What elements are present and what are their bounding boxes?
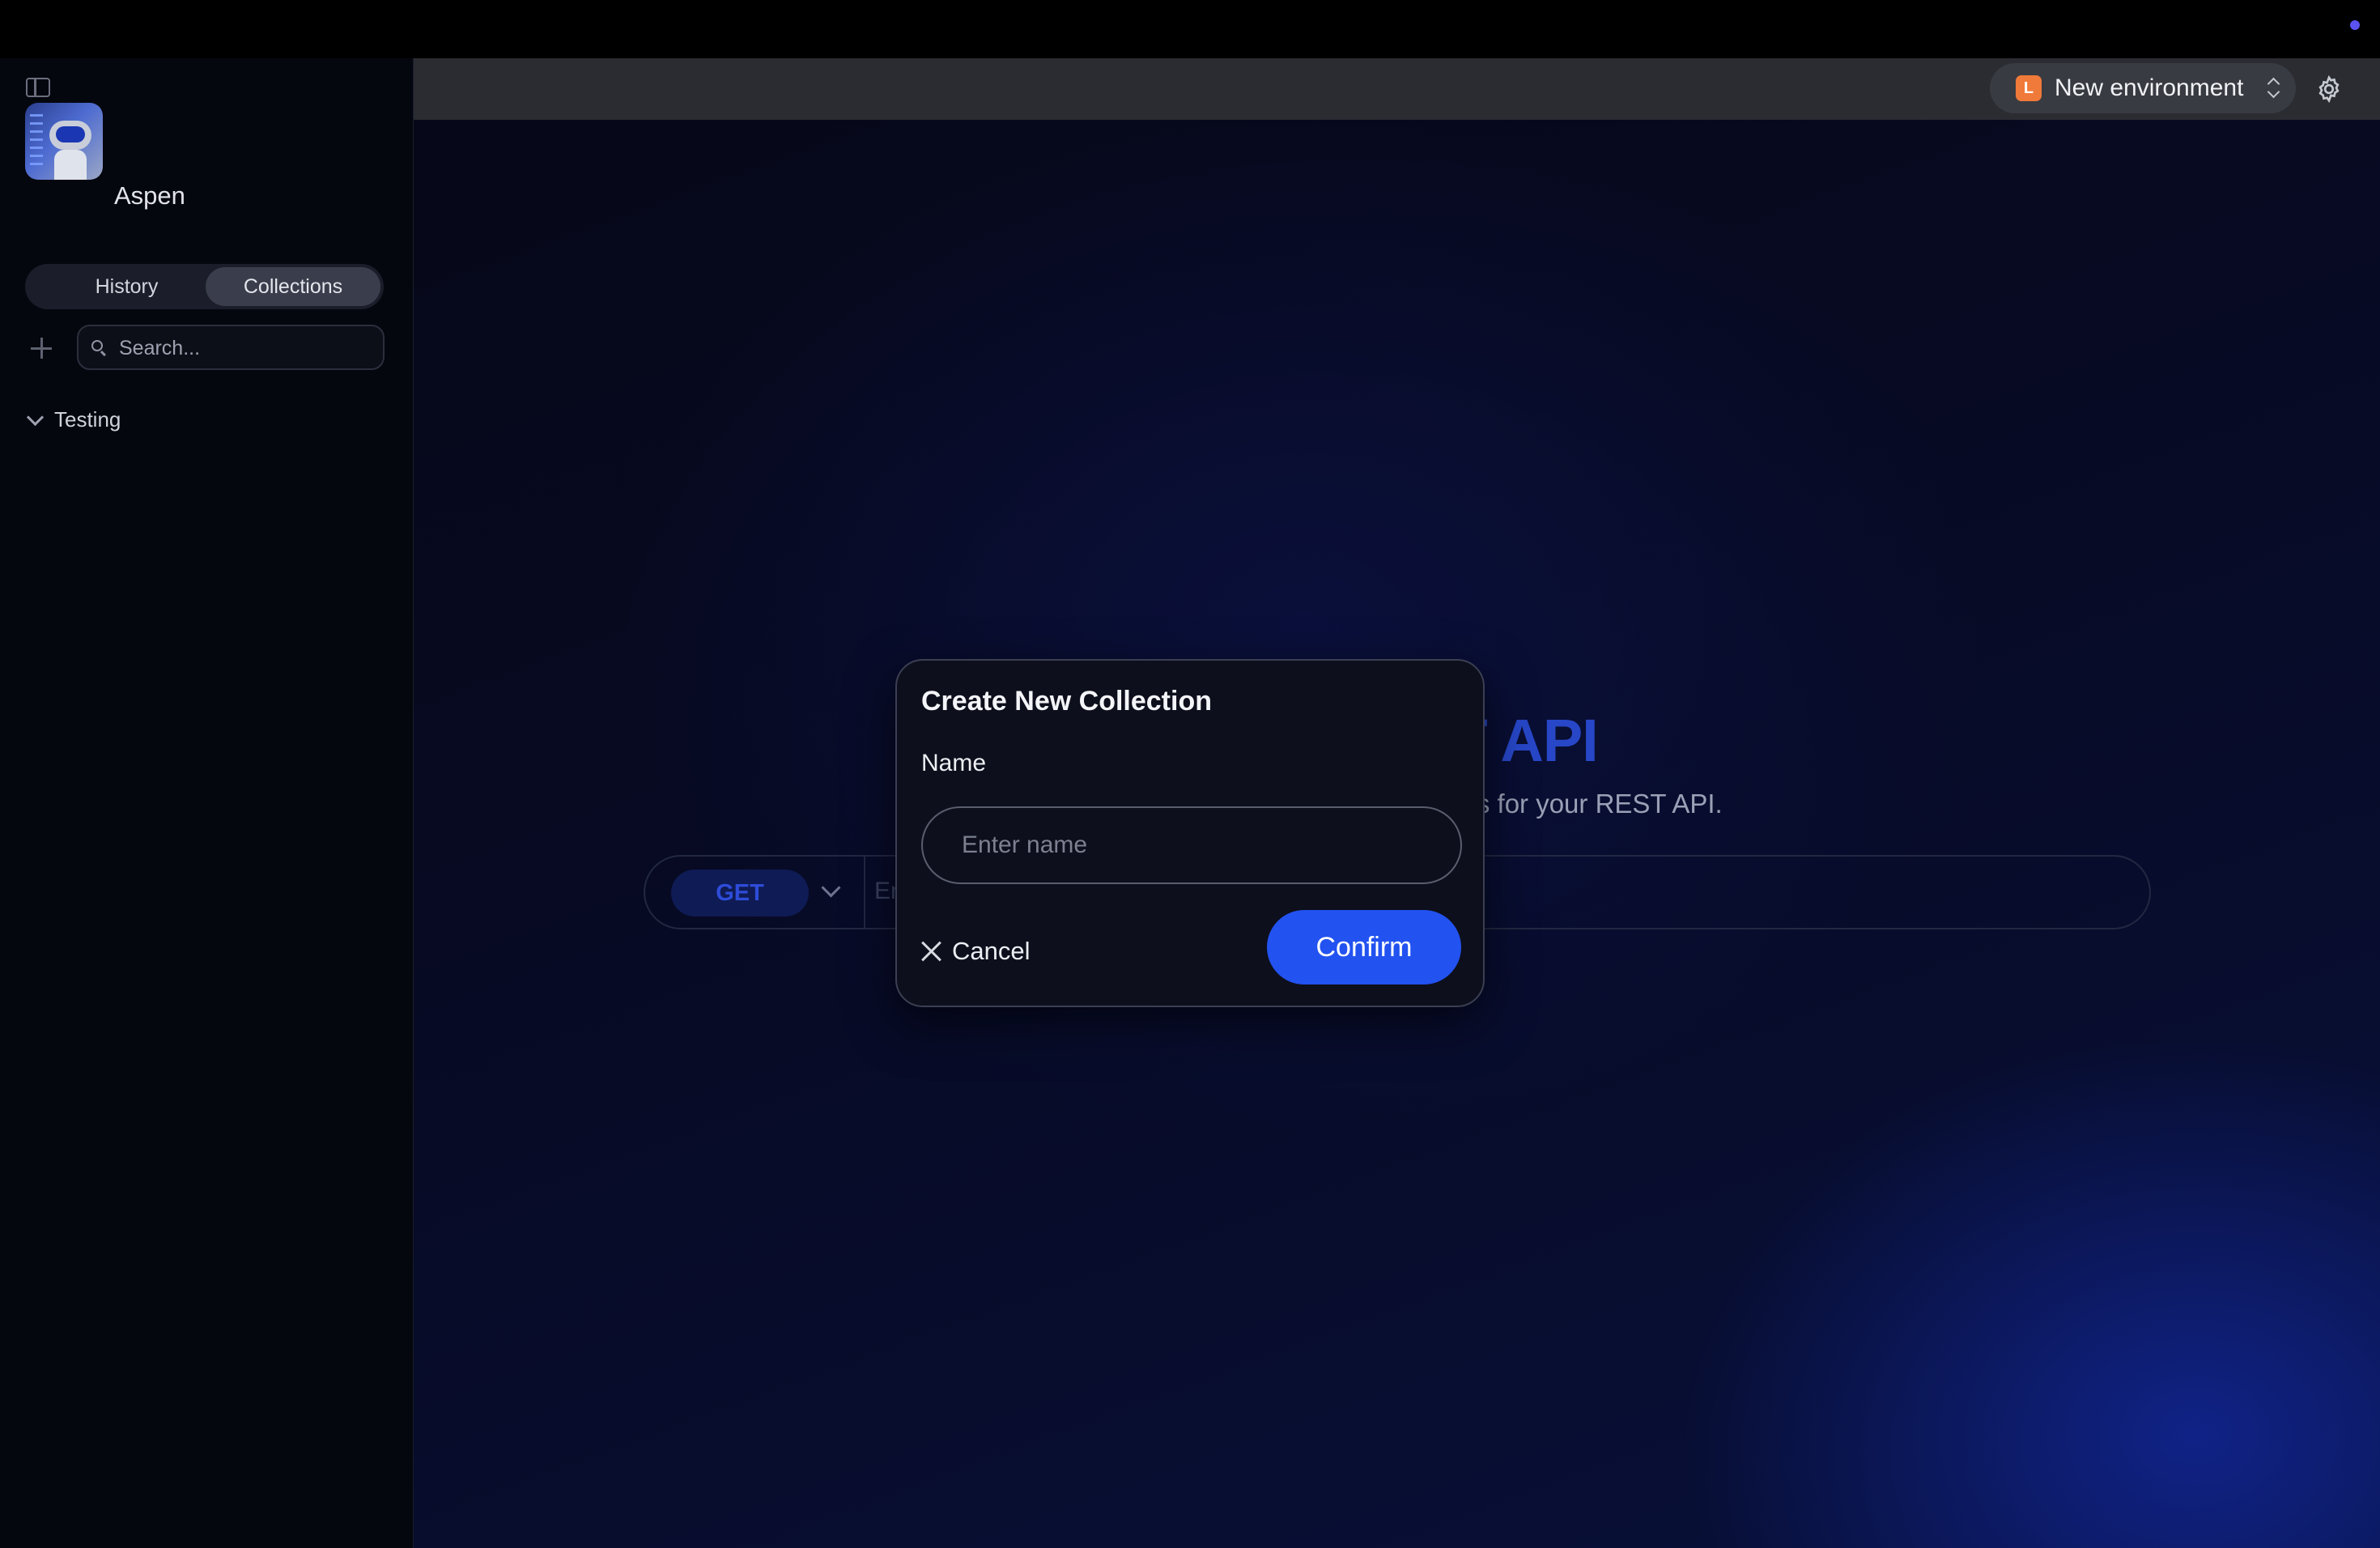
- main-header: L New environment: [414, 58, 2380, 120]
- gear-icon[interactable]: [2314, 74, 2344, 104]
- status-dot: [2350, 20, 2360, 30]
- environment-selector[interactable]: L New environment: [1990, 63, 2296, 113]
- tab-collections[interactable]: Collections: [206, 267, 380, 306]
- app-logo: [25, 103, 103, 180]
- sidebar-toggle-icon[interactable]: [26, 78, 50, 97]
- collection-label: Testing: [54, 406, 121, 432]
- environment-badge: L: [2016, 75, 2042, 101]
- collection-item-testing[interactable]: Testing: [24, 405, 121, 434]
- divider: [864, 857, 865, 928]
- sidebar-tabs: History Collections: [25, 264, 384, 309]
- search-icon: [91, 340, 103, 351]
- method-badge[interactable]: GET: [671, 870, 809, 916]
- chevron-down-icon[interactable]: [26, 408, 45, 426]
- search-box: [77, 325, 385, 370]
- confirm-button[interactable]: Confirm: [1267, 910, 1461, 985]
- create-collection-dialog: Create New Collection Name Cancel Confir…: [895, 659, 1485, 1007]
- close-icon: [921, 941, 942, 962]
- hero-subtitle: ults for your REST API.: [1448, 789, 1723, 819]
- environment-name: New environment: [2055, 74, 2244, 101]
- dialog-title: Create New Collection: [921, 686, 1212, 717]
- chevron-down-icon[interactable]: [821, 878, 841, 898]
- add-collection-button[interactable]: [29, 336, 53, 360]
- app-name: Aspen: [114, 181, 185, 210]
- menu-bar: [0, 0, 2380, 58]
- name-input[interactable]: [921, 806, 1462, 884]
- cancel-button[interactable]: Cancel: [921, 931, 1031, 972]
- chevron-up-down-icon: [2268, 76, 2280, 100]
- cancel-label: Cancel: [952, 937, 1031, 965]
- tab-history[interactable]: History: [28, 267, 225, 306]
- search-input[interactable]: [117, 333, 372, 364]
- name-label: Name: [921, 750, 987, 776]
